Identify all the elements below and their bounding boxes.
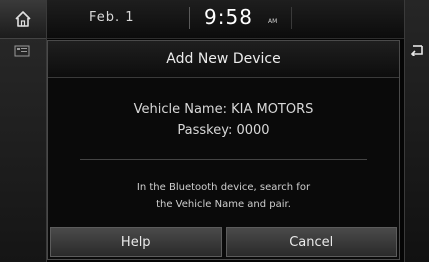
date-display: Feb. 1 (89, 10, 135, 25)
status-divider-right (291, 7, 292, 29)
media-icon[interactable] (10, 42, 34, 60)
passkey-text: Passkey: 0000 (177, 123, 270, 138)
home-button[interactable] (0, 0, 46, 39)
device-info: Vehicle Name: KIA MOTORS Passkey: 0000 (48, 99, 399, 141)
instruction-line-2: the Vehicle Name and pair. (156, 199, 291, 210)
pairing-instructions: In the Bluetooth device, search for the … (48, 179, 399, 213)
dialog-button-row: Help Cancel (50, 227, 397, 257)
status-divider (189, 7, 190, 29)
back-button[interactable] (407, 40, 427, 60)
dialog-title: Add New Device (166, 51, 281, 67)
dialog-divider (80, 159, 367, 160)
back-arrow-icon (410, 45, 423, 56)
help-button[interactable]: Help (50, 227, 222, 257)
ampm-indicator: AM (268, 18, 278, 25)
vehicle-name-text: Vehicle Name: KIA MOTORS (133, 102, 314, 117)
screen: Feb. 1 9:58 AM Add New Device Vehicle Na… (0, 0, 429, 262)
add-device-dialog: Add New Device Vehicle Name: KIA MOTORS … (47, 40, 400, 260)
left-rail (0, 0, 47, 262)
right-rail (404, 0, 429, 262)
instruction-line-1: In the Bluetooth device, search for (136, 182, 311, 193)
dialog-header: Add New Device (48, 41, 399, 78)
home-icon (15, 11, 31, 27)
time-display: 9:58 (204, 5, 253, 29)
cancel-button[interactable]: Cancel (225, 227, 397, 257)
status-bar: Feb. 1 9:58 AM (47, 0, 404, 39)
